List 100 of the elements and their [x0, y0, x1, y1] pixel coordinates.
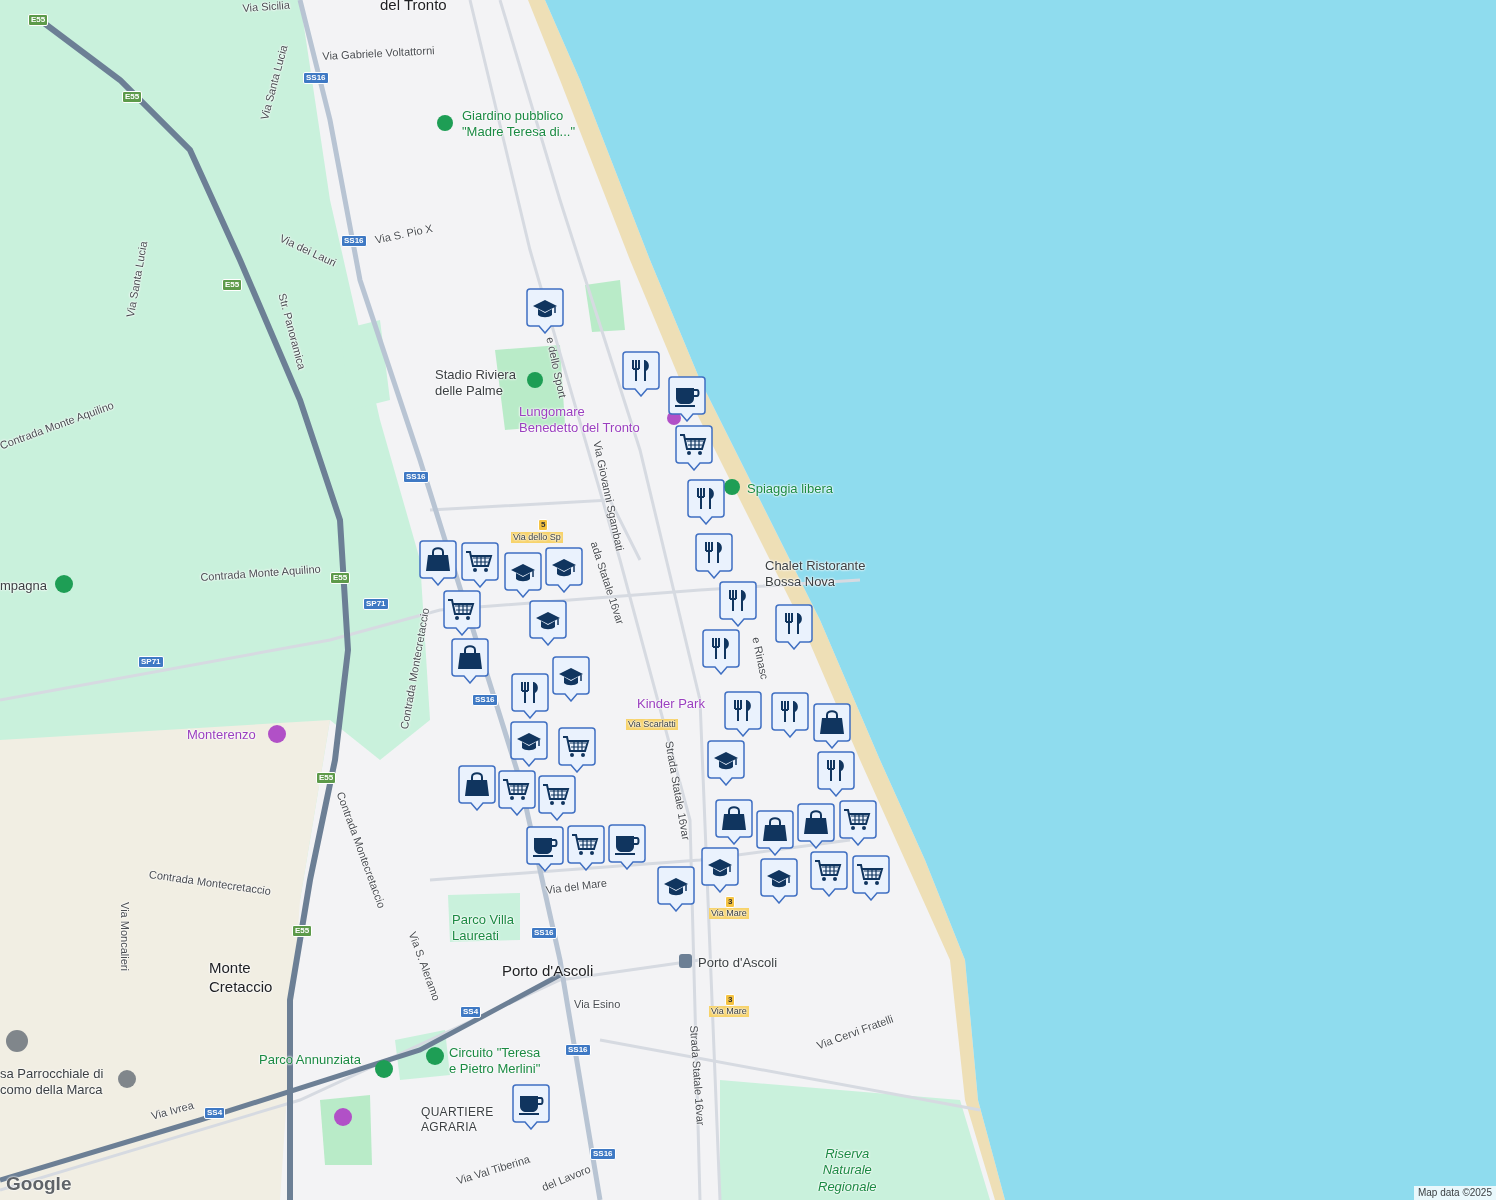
road-shield: 5	[538, 519, 549, 531]
road-shield: 3	[725, 896, 736, 908]
shopping-cart-icon	[679, 434, 707, 455]
park-area	[585, 280, 625, 332]
attribution-text: Map data ©2025	[1413, 1186, 1496, 1200]
street-label: Via Val Tiberina	[455, 1152, 532, 1189]
street-label: Via S. Pio X	[374, 221, 435, 248]
place-label[interactable]: Parco Villa Laureati	[452, 912, 514, 945]
street-label: Strada Statale 16var	[687, 1025, 707, 1126]
street-label: Via Cervi Fratelli	[815, 1012, 896, 1053]
place-label[interactable]: Monte Cretaccio	[209, 959, 273, 997]
shopping-bag-icon	[722, 806, 746, 830]
fork-and-knife-icon	[734, 699, 751, 722]
place-label[interactable]: Porto d'Ascoli	[698, 955, 778, 972]
attraction-pin-icon[interactable]	[268, 725, 286, 743]
graduation-cap-icon	[767, 870, 791, 888]
road-shield: E55	[222, 279, 243, 291]
fork-and-knife-icon	[521, 681, 538, 704]
shopping-cart-icon	[562, 736, 590, 757]
road-shield: SP71	[363, 598, 389, 610]
park-pin-icon[interactable]	[55, 575, 73, 593]
park-pin-icon[interactable]	[437, 115, 453, 131]
road-shield: SS16	[590, 1148, 616, 1160]
shopping-cart-icon	[502, 779, 530, 800]
road-shield: 3	[725, 994, 736, 1006]
place-label[interactable]: Stadio Riviera delle Palme	[435, 367, 516, 400]
place-label[interactable]: QUARTIERE AGRARIA	[421, 1105, 494, 1135]
park-pin-icon[interactable]	[375, 1060, 393, 1078]
shopping-cart-icon	[843, 809, 871, 830]
graduation-cap-icon	[536, 612, 560, 630]
fork-and-knife-icon	[781, 700, 798, 723]
place-label[interactable]: Giardino pubblico "Madre Teresa di..."	[462, 108, 576, 141]
road-shield: SS4	[460, 1006, 482, 1018]
map-logo[interactable]: Google	[6, 1169, 72, 1198]
coffee-cup-icon	[518, 1096, 544, 1115]
place-label[interactable]: Spiaggia libera	[747, 481, 833, 498]
beach-pin-icon[interactable]	[724, 479, 740, 495]
graduation-cap-icon	[511, 564, 535, 582]
street-label: Via Santa Lucia	[124, 240, 151, 319]
street-label: Via Sicilia	[242, 0, 291, 16]
graduation-cap-icon	[559, 668, 583, 686]
graduation-cap-icon	[533, 300, 557, 318]
street-label: Contrada Montecretaccio	[148, 868, 272, 899]
coffee-cup-icon	[674, 388, 700, 407]
road-shield: SS16	[341, 235, 367, 247]
road-shield: SS16	[403, 471, 429, 483]
attraction-pin-icon[interactable]	[334, 1108, 352, 1126]
road-shield: SS16	[472, 694, 498, 706]
place-label[interactable]: Kinder Park	[637, 696, 705, 713]
place-label[interactable]: Porto d'Ascoli	[502, 962, 594, 981]
shopping-bag-icon	[820, 710, 844, 734]
place-label[interactable]: Chalet Ristorante Bossa Nova	[765, 558, 866, 591]
street-label: Contrada Monte Aquilino	[200, 562, 322, 585]
road-shield: E55	[330, 572, 351, 584]
shopping-cart-icon	[571, 834, 599, 855]
road-shield: SS16	[565, 1044, 591, 1056]
fork-and-knife-icon	[712, 637, 729, 660]
place-label[interactable]: Monterenzo	[187, 727, 256, 744]
fork-and-knife-icon	[785, 612, 802, 635]
shopping-bag-icon	[804, 810, 828, 834]
place-pin-icon[interactable]	[6, 1030, 28, 1052]
stadium-pin-icon[interactable]	[527, 372, 543, 388]
park-pin-icon[interactable]	[426, 1047, 444, 1065]
road-name-tag: Via Mare	[709, 1006, 749, 1018]
road-shield: SS16	[531, 927, 557, 939]
fork-and-knife-icon	[827, 759, 844, 782]
street-label: Via Santa Lucia	[258, 43, 291, 122]
street-label: Strada Statale 16var	[662, 740, 693, 842]
fork-and-knife-icon	[632, 359, 649, 382]
shopping-bag-icon	[763, 817, 787, 841]
graduation-cap-icon	[517, 733, 541, 751]
shopping-cart-icon	[465, 551, 493, 572]
fork-and-knife-icon	[729, 589, 746, 612]
shopping-cart-icon	[814, 860, 842, 881]
road-name-tag: Via dello Sp	[511, 532, 563, 544]
shopping-bag-icon	[458, 645, 482, 669]
place-label[interactable]: sa Parrocchiale di como della Marca	[0, 1066, 104, 1099]
place-label[interactable]: mpagna	[0, 578, 47, 595]
street-label: e dello Sport	[543, 336, 569, 400]
shopping-bag-icon	[465, 772, 489, 796]
graduation-cap-icon	[708, 859, 732, 877]
road-shield: E55	[28, 14, 49, 26]
road-shield: E55	[292, 925, 313, 937]
place-label[interactable]: Circuito "Teresa e Pietro Merlini"	[449, 1045, 541, 1078]
road-name-tag: Via Mare	[709, 908, 749, 920]
place-label[interactable]: Lungomare Benedetto del Tronto	[519, 404, 640, 437]
shopping-cart-icon	[856, 864, 884, 885]
street-label: del Lavoro	[540, 1162, 593, 1195]
road-shield: E55	[316, 772, 337, 784]
road-shield: E55	[122, 91, 143, 103]
street-label: Via Moncalieri	[118, 902, 131, 971]
place-label[interactable]: del Tronto	[380, 0, 447, 15]
road-name-tag: Via Scarlatti	[626, 719, 678, 731]
street-label: Via dei Lauri	[277, 232, 339, 271]
church-pin-icon[interactable]	[118, 1070, 136, 1088]
street-label: Via Ivrea	[150, 1098, 196, 1124]
road-shield: SS16	[303, 72, 329, 84]
road-shield: SP71	[138, 656, 164, 668]
park-area	[448, 893, 520, 942]
place-label[interactable]: Riserva Naturale Regionale	[818, 1146, 877, 1195]
